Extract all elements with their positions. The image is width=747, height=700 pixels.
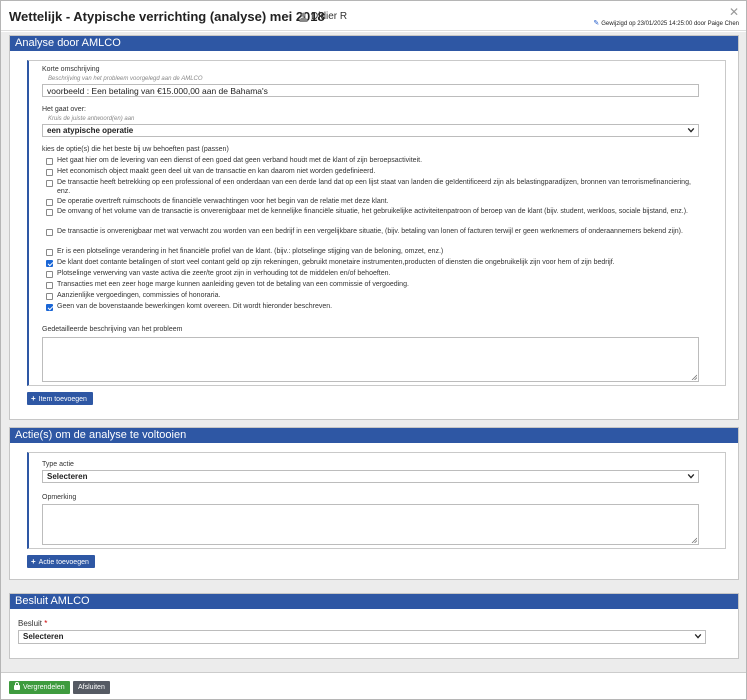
actions-panel-title: Actie(s) om de analyse te voltooien bbox=[10, 428, 738, 443]
detail-textarea[interactable] bbox=[42, 337, 699, 382]
action-item: Type actie Selecteren Opmerking bbox=[27, 452, 726, 549]
short-desc-label: Korte omschrijving bbox=[42, 66, 100, 73]
option-checkbox[interactable] bbox=[46, 199, 53, 206]
add-item-button[interactable]: + Item toevoegen bbox=[27, 392, 93, 405]
short-desc-input[interactable]: voorbeeld : Een betaling van €15.000,00 … bbox=[42, 84, 699, 97]
option-text: De transactie heeft betrekking op een pr… bbox=[57, 179, 691, 195]
analyse-panel-title: Analyse door AMLCO bbox=[10, 36, 738, 51]
decision-label: Besluit * bbox=[18, 619, 47, 628]
option-text: De omvang of het volume van de transacti… bbox=[57, 208, 689, 215]
analyse-item: Korte omschrijving Beschrijving van het … bbox=[27, 60, 726, 386]
add-action-label: Actie toevoegen bbox=[38, 559, 89, 566]
plus-icon: + bbox=[31, 394, 36, 403]
dialog: Wettelijk - Atypische verrichting (analy… bbox=[0, 0, 747, 700]
lock-icon bbox=[14, 682, 20, 690]
detail-label: Gedetailleerde beschrijving van het prob… bbox=[42, 326, 183, 333]
page-title: Wettelijk - Atypische verrichting (analy… bbox=[9, 9, 325, 24]
add-item-label: Item toevoegen bbox=[38, 396, 87, 403]
lock-button[interactable]: Vergrendelen bbox=[9, 681, 70, 694]
option-text: Geen van de bovenstaande bewerkingen kom… bbox=[57, 303, 333, 310]
decision-select[interactable]: Selecteren bbox=[18, 630, 706, 644]
lock-label: Vergrendelen bbox=[23, 684, 65, 691]
option-checkbox[interactable] bbox=[46, 249, 53, 256]
action-type-value: Selecteren bbox=[47, 472, 88, 481]
option-checkbox[interactable] bbox=[46, 293, 53, 300]
option-checkbox[interactable] bbox=[46, 271, 53, 278]
option-checkbox[interactable] bbox=[46, 180, 53, 187]
remark-textarea[interactable] bbox=[42, 504, 699, 545]
required-mark: * bbox=[44, 619, 48, 628]
option-checkbox[interactable] bbox=[46, 169, 53, 176]
actions-panel: Actie(s) om de analyse te voltooien Type… bbox=[9, 427, 739, 580]
action-type-label: Type actie bbox=[42, 461, 74, 468]
option-text: Aanzienlijke vergoedingen, commissies of… bbox=[57, 292, 221, 299]
chevron-down-icon bbox=[687, 473, 695, 479]
decision-label-text: Besluit bbox=[18, 619, 43, 628]
option-text: Plotselinge verwerving van vaste activa … bbox=[57, 270, 391, 277]
option-text: Het gaat hier om de levering van een die… bbox=[57, 157, 423, 164]
option-text: Er is een plotselinge verandering in het… bbox=[57, 248, 444, 255]
plus-icon: + bbox=[31, 557, 36, 566]
decision-panel: Besluit AMLCO Besluit * Selecteren bbox=[9, 593, 739, 659]
options-label: kies de optie(s) die het beste bij uw be… bbox=[42, 146, 229, 153]
owner-name[interactable]: Didier R bbox=[311, 11, 347, 22]
concerns-hint: Kruis de juiste antwoord(en) aan bbox=[48, 116, 135, 122]
dialog-header: Wettelijk - Atypische verrichting (analy… bbox=[1, 1, 746, 31]
person-icon bbox=[299, 12, 308, 22]
decision-select-value: Selecteren bbox=[23, 632, 64, 641]
concerns-select[interactable]: een atypische operatie bbox=[42, 124, 699, 137]
option-checkbox[interactable] bbox=[46, 260, 53, 267]
option-text: De klant doet contante betalingen of sto… bbox=[57, 259, 615, 266]
option-checkbox[interactable] bbox=[46, 158, 53, 165]
option-text: Het economisch object maakt geen deel ui… bbox=[57, 168, 376, 175]
option-text: Transacties met een zeer hoge marge kunn… bbox=[57, 281, 409, 288]
resize-grip-icon[interactable] bbox=[691, 537, 697, 543]
close-icon[interactable]: ✕ bbox=[729, 5, 739, 19]
resize-grip-icon[interactable] bbox=[691, 374, 697, 380]
close-button[interactable]: Afsluiten bbox=[73, 681, 110, 694]
last-edited: ✎ Gewijzigd op 23/01/2025 14:25:00 door P… bbox=[593, 19, 739, 27]
option-checkbox[interactable] bbox=[46, 209, 53, 216]
option-text: De transactie is onverenigbaar met wat v… bbox=[57, 228, 683, 235]
last-edited-text: Gewijzigd op 23/01/2025 14:25:00 door Pa… bbox=[601, 21, 739, 27]
add-action-button[interactable]: + Actie toevoegen bbox=[27, 555, 95, 568]
short-desc-hint: Beschrijving van het probleem voorgelegd… bbox=[48, 76, 203, 82]
concerns-select-value: een atypische operatie bbox=[47, 126, 134, 135]
chevron-down-icon bbox=[687, 127, 695, 133]
chevron-down-icon bbox=[694, 633, 702, 639]
option-checkbox[interactable] bbox=[46, 229, 53, 236]
pencil-icon: ✎ bbox=[593, 20, 600, 27]
dialog-body[interactable]: Analyse door AMLCO Korte omschrijving Be… bbox=[1, 32, 746, 673]
action-type-select[interactable]: Selecteren bbox=[42, 470, 699, 483]
remark-label: Opmerking bbox=[42, 494, 77, 501]
option-text: De operatie overtreft ruimschoots de fin… bbox=[57, 198, 389, 205]
decision-panel-title: Besluit AMLCO bbox=[10, 594, 738, 609]
concerns-label: Het gaat over: bbox=[42, 106, 86, 113]
analyse-panel: Analyse door AMLCO Korte omschrijving Be… bbox=[9, 35, 739, 420]
option-checkbox[interactable] bbox=[46, 304, 53, 311]
title-separator: - bbox=[287, 11, 291, 22]
option-checkbox[interactable] bbox=[46, 282, 53, 289]
